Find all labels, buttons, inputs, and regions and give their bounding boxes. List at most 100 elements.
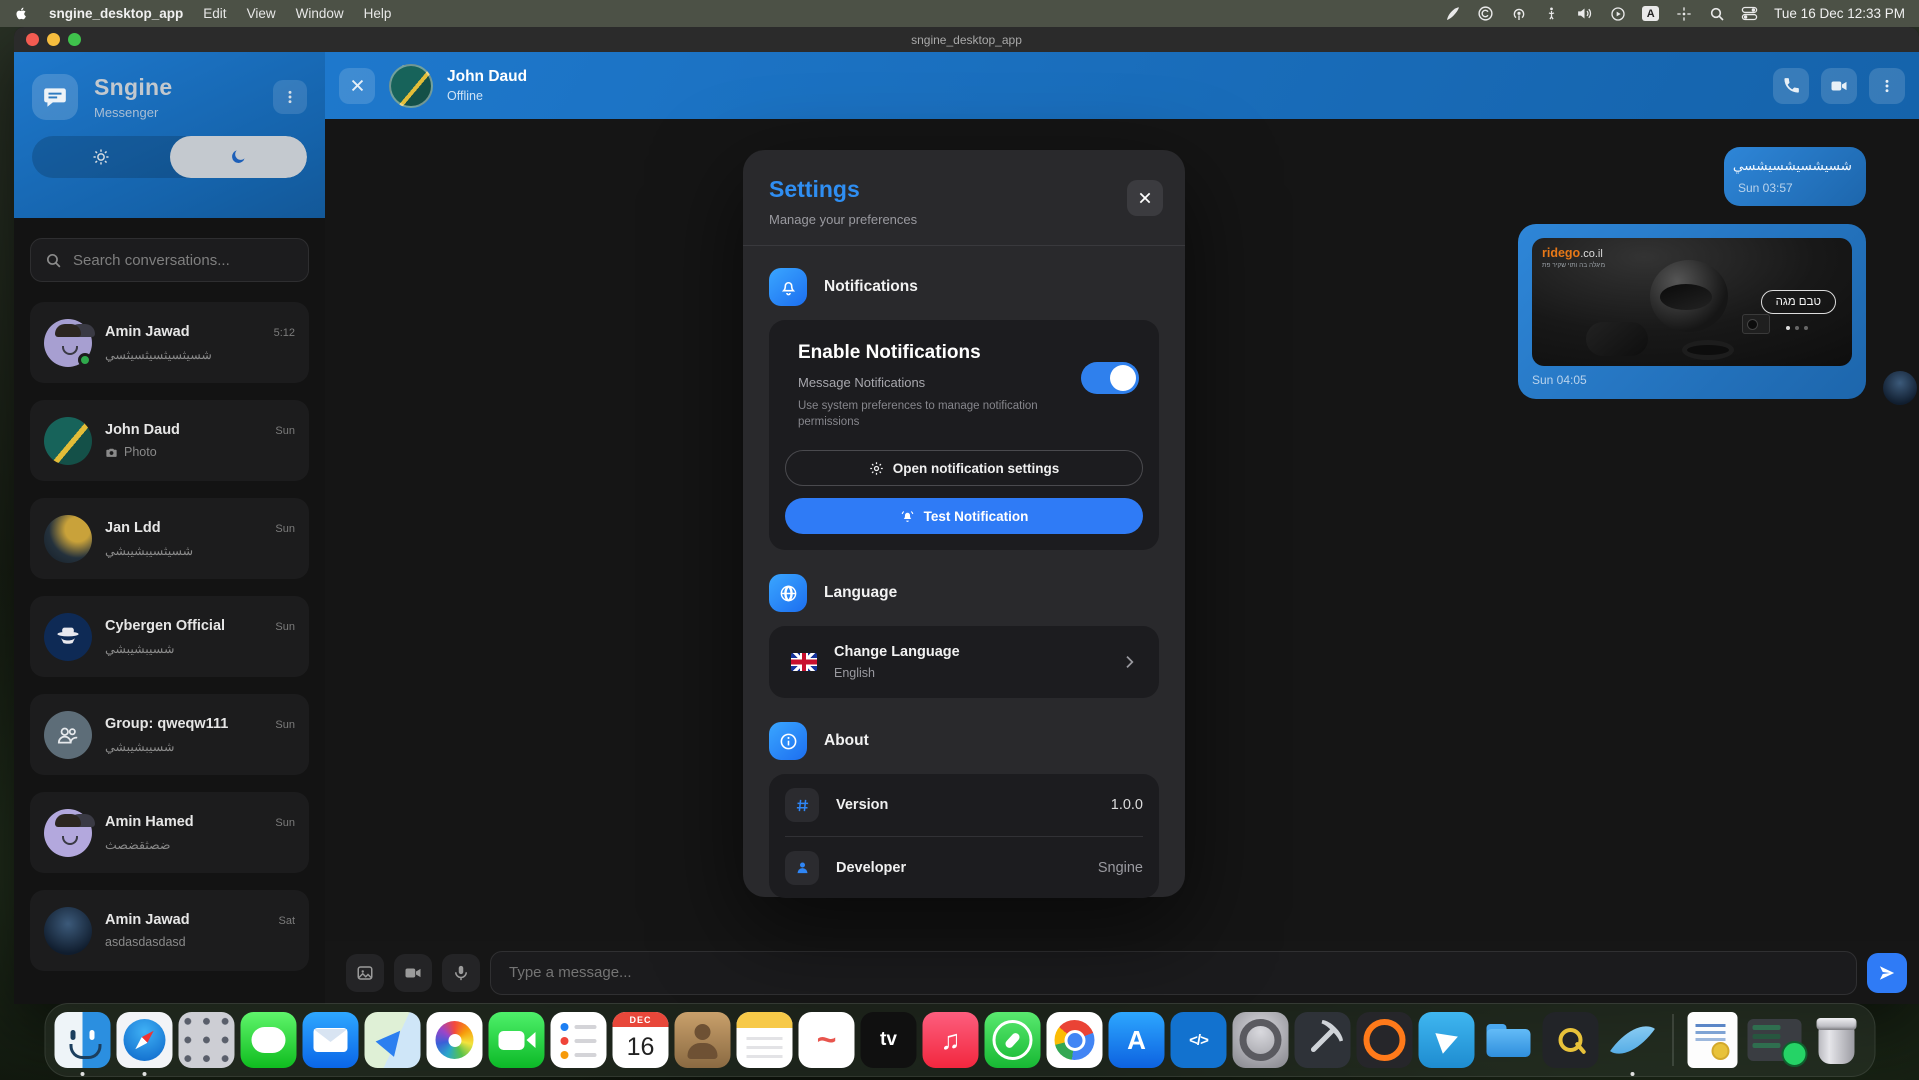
music-icon[interactable]: ♫ [923, 1012, 979, 1068]
sent-image-message[interactable]: ridego.co.il מיגלה בה ותוי שקיר פת טבם מ… [1518, 224, 1866, 399]
chrome-icon[interactable] [1047, 1012, 1103, 1068]
conversation-item[interactable]: Jan LddSunشسيثسيبشيبشي [30, 498, 309, 579]
close-window-button[interactable] [26, 33, 39, 46]
conversation-item[interactable]: Cybergen OfficialSunشسيبشيبشي [30, 596, 309, 677]
conversation-avatar [44, 809, 92, 857]
search-conversations[interactable] [30, 238, 309, 282]
close-chat-button[interactable] [339, 68, 375, 104]
launchpad-icon[interactable] [179, 1012, 235, 1068]
feather-app-icon[interactable] [1605, 1012, 1661, 1068]
app-store-icon[interactable]: A [1109, 1012, 1165, 1068]
maps-icon[interactable] [365, 1012, 421, 1068]
finder-icon[interactable] [55, 1012, 111, 1068]
notifications-section-label: Notifications [824, 278, 918, 296]
minimized-window-icon[interactable] [1748, 1019, 1802, 1061]
dark-app-icon[interactable] [1543, 1012, 1599, 1068]
menubar-clock[interactable]: Tue 16 Dec 12:33 PM [1774, 6, 1905, 21]
notifications-toggle[interactable] [1081, 362, 1139, 394]
sidebar-menu-button[interactable] [273, 80, 307, 114]
whatsapp-icon[interactable] [985, 1012, 1041, 1068]
record-audio-button[interactable] [442, 954, 480, 992]
running-indicator-dot [143, 1072, 147, 1076]
volume-icon[interactable] [1576, 5, 1593, 22]
video-call-button[interactable] [1821, 68, 1857, 104]
conversation-time: Sun [275, 719, 295, 731]
search-input[interactable] [73, 252, 294, 269]
apple-menu-icon[interactable] [14, 5, 29, 22]
dark-mode-button[interactable] [170, 136, 308, 178]
conversation-preview: شسيثسيبشيبشي [105, 543, 295, 558]
safari-icon[interactable] [117, 1012, 173, 1068]
message-input[interactable] [509, 964, 1838, 981]
light-mode-button[interactable] [32, 136, 170, 178]
conversation-item[interactable]: Amin HamedSunضصثقضصث [30, 792, 309, 873]
orange-ring-app-icon[interactable] [1357, 1012, 1413, 1068]
send-button[interactable] [1867, 953, 1907, 993]
menu-help[interactable]: Help [364, 6, 392, 21]
reminders-icon[interactable] [551, 1012, 607, 1068]
menubar-app-name[interactable]: sngine_desktop_app [49, 6, 183, 21]
podcast-icon[interactable] [1510, 5, 1527, 22]
running-indicator-dot [1631, 1072, 1635, 1076]
photos-icon[interactable] [427, 1012, 483, 1068]
system-settings-icon[interactable] [1233, 1012, 1289, 1068]
pen-icon[interactable] [1444, 5, 1461, 22]
theme-toggle[interactable] [32, 136, 307, 178]
gesture-icon[interactable] [1543, 5, 1560, 22]
contacts-icon[interactable] [675, 1012, 731, 1068]
blue-folder-icon[interactable] [1481, 1012, 1537, 1068]
message-image[interactable]: ridego.co.il מיגלה בה ותוי שקיר פת טבם מ… [1532, 238, 1852, 366]
app-logo-icon [32, 74, 78, 120]
record-video-button[interactable] [394, 954, 432, 992]
window-titlebar[interactable]: sngine_desktop_app [14, 27, 1919, 52]
conversation-item[interactable]: John DaudSunPhoto [30, 400, 309, 481]
menu-view[interactable]: View [247, 6, 276, 21]
message-input-field[interactable] [490, 951, 1857, 995]
chat-menu-button[interactable] [1869, 68, 1905, 104]
vscode-icon[interactable]: </> [1171, 1012, 1227, 1068]
conversation-name: Jan Ldd [105, 520, 161, 536]
control-center-icon[interactable] [1741, 5, 1758, 22]
menu-edit[interactable]: Edit [203, 6, 226, 21]
change-language-row[interactable]: Change Language English [769, 626, 1159, 698]
uk-flag-icon [791, 653, 817, 671]
developer-row: Developer Sngine [785, 836, 1143, 898]
menu-bar: sngine_desktop_app Edit View Window Help… [0, 0, 1919, 27]
attach-image-button[interactable] [346, 954, 384, 992]
enable-notifications-title: Enable Notifications [785, 342, 1143, 364]
conversation-item[interactable]: Group: qweqw111Sunشسيبشيبشي [30, 694, 309, 775]
accessibility-icon[interactable] [1675, 5, 1692, 22]
pickaxe-app-icon[interactable] [1295, 1012, 1351, 1068]
settings-modal-header: Settings Manage your preferences [743, 150, 1185, 246]
settings-modal: Settings Manage your preferences Notific… [743, 150, 1185, 897]
zoom-window-button[interactable] [68, 33, 81, 46]
mail-icon[interactable] [303, 1012, 359, 1068]
sent-message[interactable]: شسيشسيشسيشسي Sun 03:57 [1724, 147, 1866, 206]
test-notification-button[interactable]: Test Notification [785, 498, 1143, 534]
messages-icon[interactable] [241, 1012, 297, 1068]
certificate-file-icon[interactable] [1688, 1012, 1738, 1068]
calendar-icon[interactable]: DEC16 [613, 1012, 669, 1068]
bell-ring-icon [900, 509, 915, 524]
play-circle-icon[interactable] [1609, 5, 1626, 22]
freeform-icon[interactable]: ~ [799, 1012, 855, 1068]
adobe-cc-icon[interactable] [1477, 5, 1494, 22]
version-label: Version [836, 797, 888, 813]
apple-tv-icon[interactable]: tv [861, 1012, 917, 1068]
conversation-item[interactable]: Amin Jawad5:12شسيثسيثسيثسيثسي [30, 302, 309, 383]
open-notification-settings-button[interactable]: Open notification settings [785, 450, 1143, 486]
calendar-day: 16 [627, 1027, 655, 1068]
conversation-avatar [44, 319, 92, 367]
peer-avatar[interactable] [389, 64, 433, 108]
facetime-icon[interactable] [489, 1012, 545, 1068]
input-source-icon[interactable]: A [1642, 6, 1659, 21]
settings-close-button[interactable] [1127, 180, 1163, 216]
minimize-window-button[interactable] [47, 33, 60, 46]
trash-icon[interactable] [1809, 1012, 1865, 1068]
search-icon[interactable] [1708, 5, 1725, 22]
voice-call-button[interactable] [1773, 68, 1809, 104]
conversation-item[interactable]: Amin JawadSatasdasdasdasd [30, 890, 309, 971]
menu-window[interactable]: Window [296, 6, 344, 21]
blue-arrow-app-icon[interactable] [1419, 1012, 1475, 1068]
notes-icon[interactable] [737, 1012, 793, 1068]
